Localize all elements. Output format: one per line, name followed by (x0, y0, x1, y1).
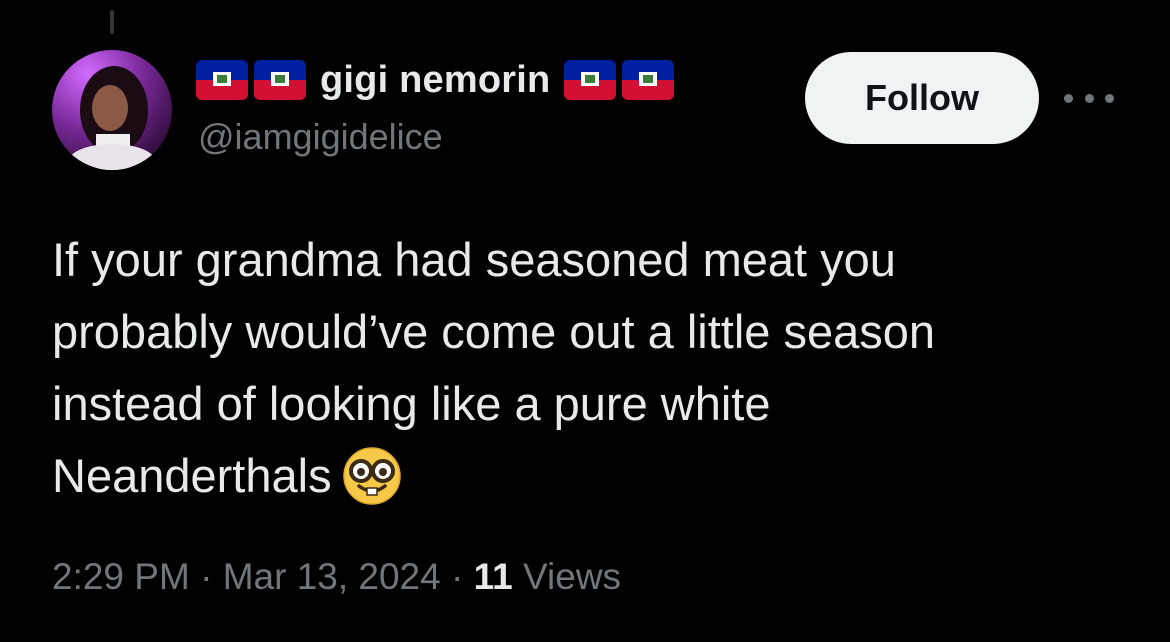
haiti-flag-icon (622, 60, 675, 100)
more-options-icon[interactable] (1064, 88, 1114, 108)
follow-button[interactable]: Follow (805, 52, 1039, 144)
tweet-text: If your grandma had seasoned meat you pr… (52, 224, 1112, 512)
tweet-text-line-last: Neanderthals (52, 440, 1112, 512)
tweet-metadata: 2:29 PM · Mar 13, 2024 · 11 Views (52, 556, 621, 598)
more-dot (1105, 93, 1114, 103)
haiti-flag-icon (196, 60, 248, 100)
haiti-flag-icon (564, 60, 617, 100)
avatar[interactable] (52, 50, 172, 170)
views-label: Views (523, 556, 622, 597)
tweet-time[interactable]: 2:29 PM (52, 556, 190, 597)
author-display-name[interactable]: gigi nemorin (320, 59, 550, 102)
more-dot (1064, 93, 1073, 103)
meta-separator: · (451, 556, 464, 597)
tweet-text-line: instead of looking like a pure white (52, 377, 771, 430)
meta-separator: · (200, 556, 213, 597)
tweet-text-line: If your grandma had seasoned meat you (52, 233, 896, 286)
more-dot (1084, 93, 1094, 103)
tweet-text-line: probably would’ve come out a little seas… (52, 305, 936, 358)
tweet-text-line: Neanderthals (52, 449, 332, 502)
thread-connector-line (110, 10, 114, 34)
avatar-image (52, 50, 172, 170)
author-handle[interactable]: @iamgigidelice (198, 116, 443, 158)
tweet-date[interactable]: Mar 13, 2024 (223, 556, 441, 597)
nerd-face-emoji-icon (342, 446, 402, 506)
haiti-flag-icon (254, 60, 306, 100)
views-count: 11 (473, 556, 513, 597)
author-name-row: gigi nemorin (196, 56, 675, 104)
